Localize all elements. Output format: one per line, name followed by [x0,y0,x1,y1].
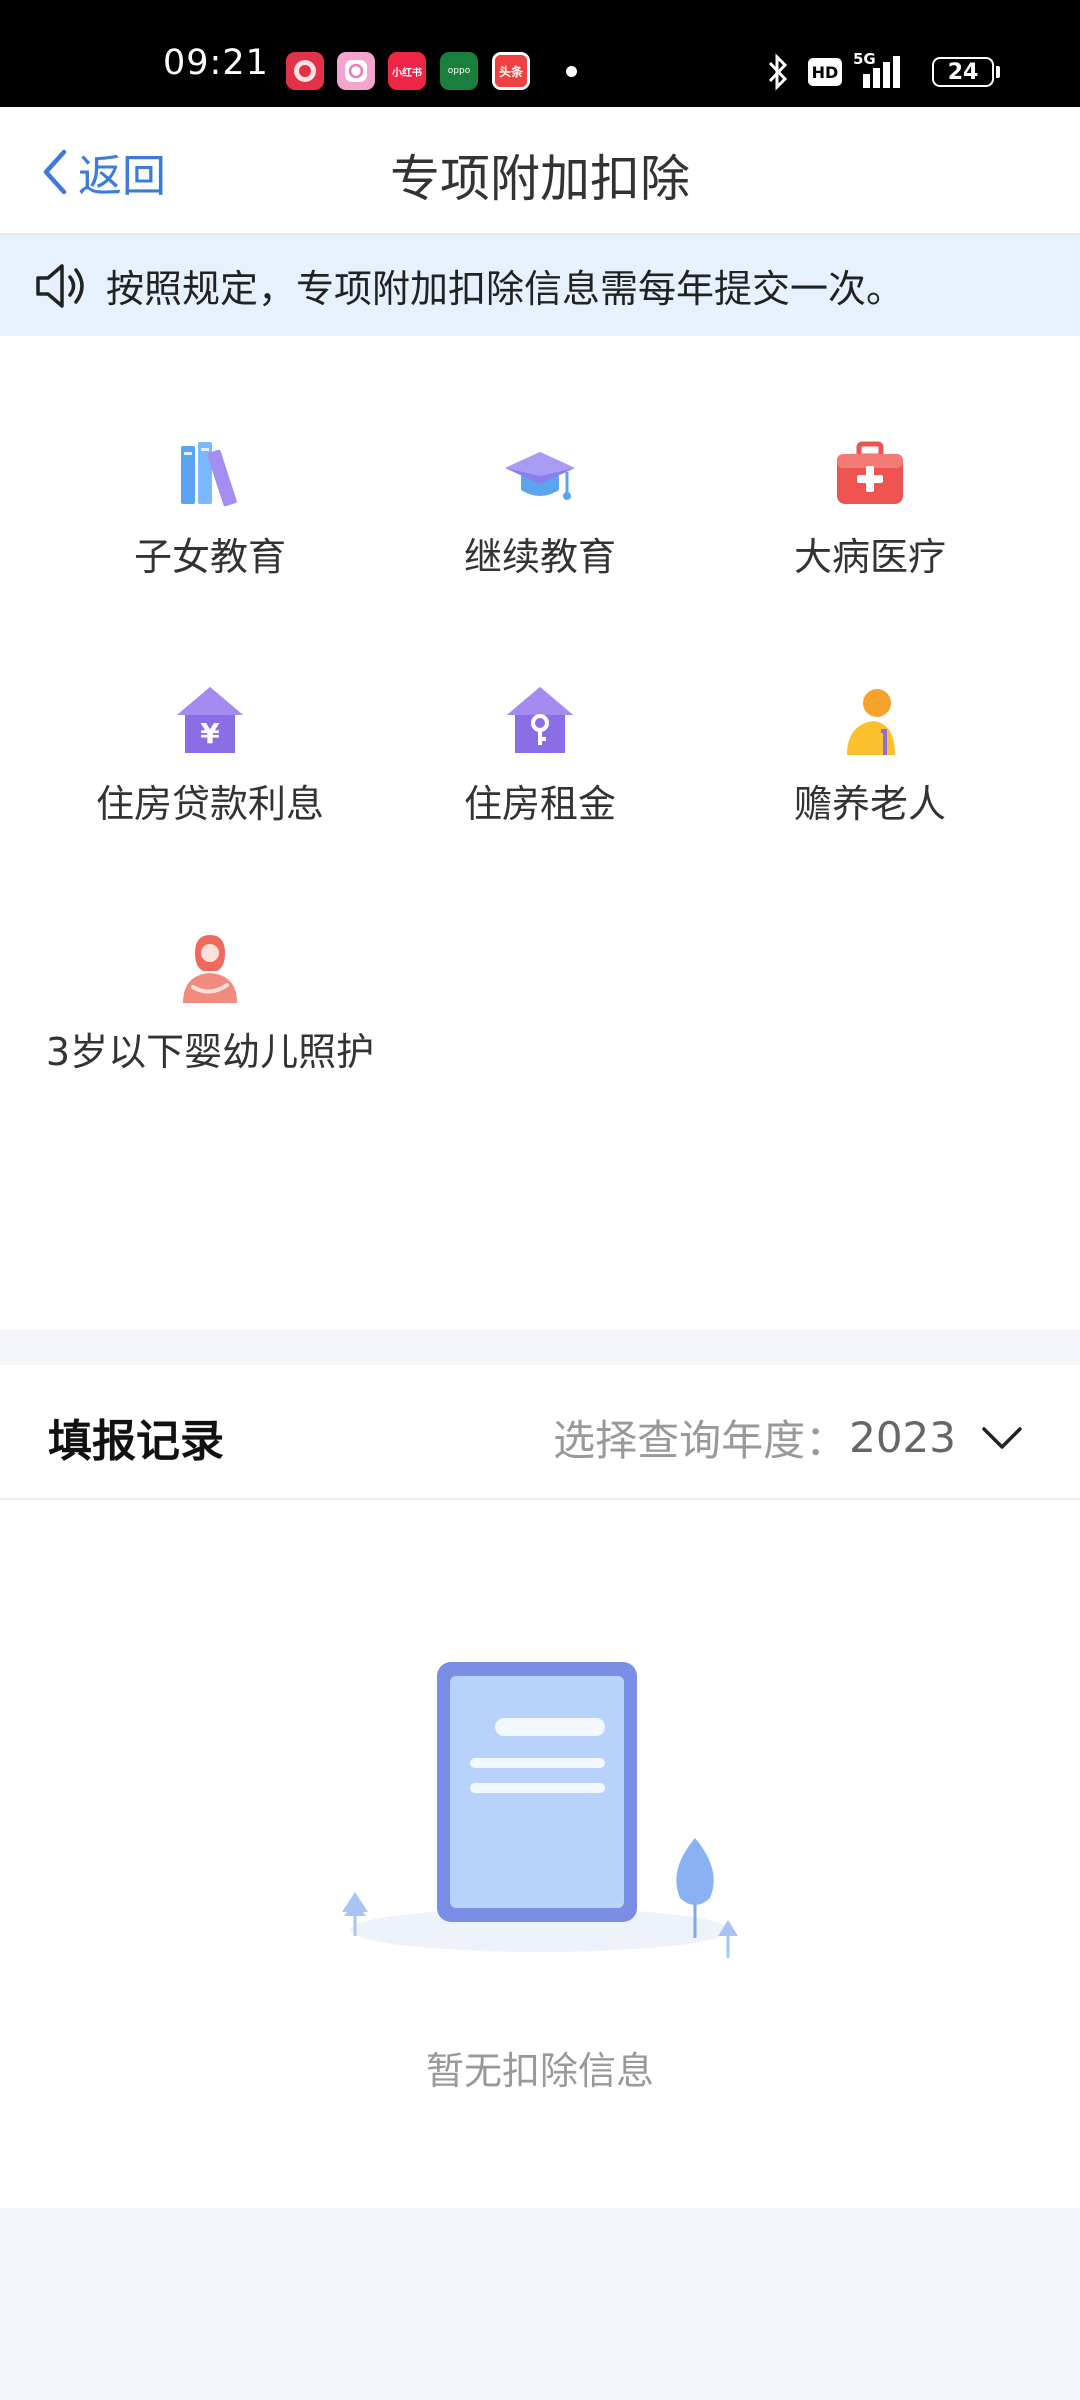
year-selector[interactable]: 选择查询年度： 2023 [553,1407,1024,1468]
category-children-education[interactable]: 子女教育 [30,436,390,588]
empty-state-text: 暂无扣除信息 [425,2049,654,2093]
category-housing-rent[interactable]: 住房租金 [360,683,720,835]
network-type-label: 5G [853,50,876,68]
more-notifications-dot [566,66,577,77]
speaker-icon [36,263,84,308]
books-icon [181,442,237,507]
oppo-app-icon: oppo [440,52,478,90]
battery-tip [996,66,1000,78]
empty-state: 暂无扣除信息 [0,1620,1080,2093]
oppo-app-label: oppo [447,66,471,76]
svg-text:¥: ¥ [200,717,220,750]
battery-level: 24 [947,59,979,85]
xiaohongshu-app-icon: 小红书 [388,52,426,90]
navigation-bar: 返回 专项附加扣除 [0,107,1080,235]
bottom-background [0,2208,1080,2400]
category-housing-loan-interest[interactable]: ¥ 住房贷款利息 [30,683,390,835]
category-label: 3岁以下婴幼儿照护 [45,1030,375,1074]
medical-kit-icon [837,441,903,504]
house-key-icon [507,687,573,753]
records-header: 填报记录 选择查询年度： 2023 [0,1365,1080,1500]
records-title: 填报记录 [48,1416,224,1467]
category-label: 继续教育 [463,535,616,579]
category-serious-illness-medical[interactable]: 大病医疗 [690,436,1050,588]
bluetooth-icon [768,53,788,91]
category-label: 住房租金 [463,782,616,826]
category-infant-care-under-3[interactable]: 3岁以下婴幼儿照护 [30,931,390,1083]
category-label: 大病医疗 [793,535,946,579]
xiaohongshu-app-label: 小红书 [392,67,422,79]
red-envelope-app-icon [286,52,324,90]
elderly-person-icon [847,689,895,755]
camera-app-icon [337,52,375,90]
toutiao-app-icon: 头条 [492,52,530,90]
notice-text: 按照规定，专项附加扣除信息需每年提交一次。 [106,267,905,311]
toutiao-app-label: 头条 [495,55,527,87]
category-continuing-education[interactable]: 继续教育 [360,436,720,588]
status-time: 09:21 [163,43,269,83]
category-label: 赡养老人 [793,782,946,826]
house-yuan-icon: ¥ [177,687,243,753]
battery-icon: 24 [932,57,994,87]
category-label: 子女教育 [133,535,286,579]
category-elderly-support[interactable]: 赡养老人 [690,683,1050,835]
year-prompt: 选择查询年度： [553,1416,848,1465]
empty-document-illustration [342,1662,738,1958]
notice-banner: 按照规定，专项附加扣除信息需每年提交一次。 [0,235,1080,336]
year-value: 2023 [849,1413,956,1462]
deduction-category-grid: 子女教育 继续教育 大病医疗 ¥ 住房贷款利息 住房租金 赡养老人 3岁以下婴幼… [0,336,1080,1330]
mother-baby-icon [183,935,237,1003]
hd-voice-icon: HD [808,58,842,86]
page-title: 专项附加扣除 [390,150,690,208]
graduation-cap-icon [505,452,575,500]
status-bar: 09:21 小红书 oppo 头条 HD 5G 24 [0,0,1080,107]
chevron-down-icon [982,1426,1022,1449]
category-label: 住房贷款利息 [95,782,324,826]
